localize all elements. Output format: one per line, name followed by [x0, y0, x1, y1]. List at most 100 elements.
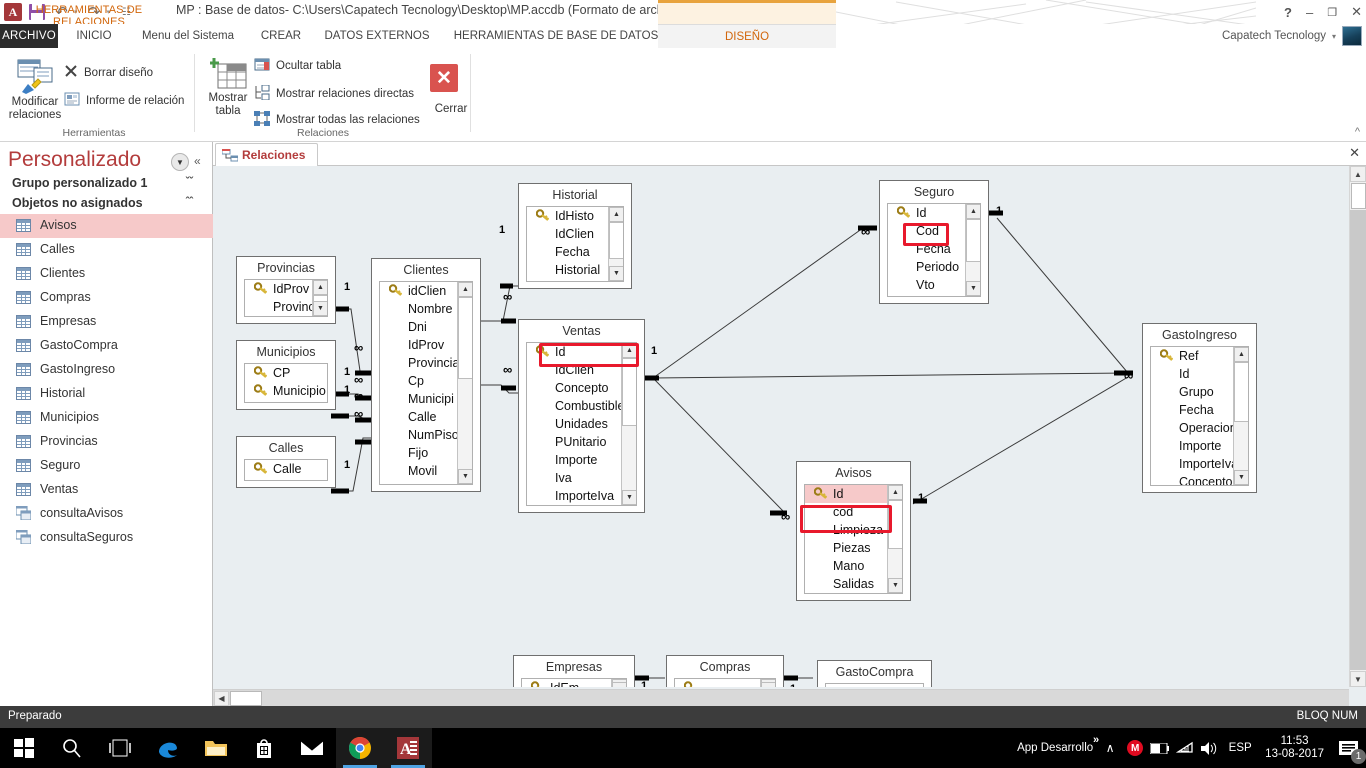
scroll-down-button[interactable]: ▼: [761, 682, 775, 687]
nav-group-grupo-personalizado-1[interactable]: Grupo personalizado 1 ˇˇ: [0, 174, 213, 194]
er-table-avisos[interactable]: Avisos Id cod Limpieza Piezas Mano Salidas ▲ ▼: [796, 461, 911, 601]
scroll-down-button[interactable]: ▼: [1350, 671, 1366, 687]
sidebar-item-ventas[interactable]: Ventas: [0, 478, 213, 502]
sidebar-item-clientes[interactable]: Clientes: [0, 262, 213, 286]
edge-button[interactable]: [144, 728, 192, 768]
er-table-title[interactable]: Seguro: [880, 181, 988, 203]
scroll-up-button[interactable]: ▲: [622, 343, 636, 358]
scroll-up-button[interactable]: ▲: [458, 282, 472, 297]
er-table-seguro[interactable]: Seguro Id Cod Fecha Periodo Vto ▲ ▼: [879, 180, 989, 304]
er-table-municipios[interactable]: Municipios CP Municipio: [236, 340, 336, 410]
sidebar-item-provincias[interactable]: Provincias: [0, 430, 213, 454]
er-table-clientes[interactable]: Clientes idClien Nombre Dni IdProv Provincia C…: [371, 258, 481, 492]
er-field[interactable]: PUnitario: [527, 433, 636, 451]
er-field-scrollbar[interactable]: ▲▼: [312, 280, 327, 316]
chevron-up-icon[interactable]: ˆˆ: [186, 196, 193, 208]
vertical-scroll-thumb[interactable]: [1351, 183, 1366, 209]
scroll-thumb[interactable]: [609, 222, 623, 260]
collapse-ribbon-button[interactable]: ^: [1355, 126, 1360, 138]
er-field-list[interactable]: CP Municipio: [244, 363, 328, 403]
relationships-canvas[interactable]: Historial IdHisto IdClien Fecha Historial ▲ ▼ P…: [213, 166, 1349, 687]
er-table-title[interactable]: Calles: [237, 437, 335, 459]
chevron-down-icon[interactable]: ˇˇ: [186, 176, 193, 188]
er-field[interactable]: Iva: [527, 469, 636, 487]
battery-icon[interactable]: [1147, 728, 1173, 768]
er-field-list[interactable]: IdEm ▲▼: [521, 678, 627, 687]
ribbon[interactable]: Modificar relaciones Borrar diseño Infor…: [0, 48, 1366, 142]
er-table-gastoingreso[interactable]: GastoIngreso Ref Id Grupo Fecha Operacion Impo…: [1142, 323, 1257, 493]
sidebar-item-consultaseguros[interactable]: consultaSeguros: [0, 526, 213, 550]
er-field[interactable]: Unidades: [527, 415, 636, 433]
sidebar-item-empresas[interactable]: Empresas: [0, 310, 213, 334]
er-field-scrollbar[interactable]: ▲▼: [621, 343, 636, 505]
vertical-scroll-track[interactable]: [1350, 210, 1366, 670]
system-tray[interactable]: App Desarrollo » ∧ M ESP 11:53 13-08-201…: [1017, 728, 1366, 768]
scroll-down-button[interactable]: ▼: [458, 469, 472, 484]
modificar-relaciones-button[interactable]: Modificar relaciones: [4, 96, 66, 122]
er-field-scrollbar[interactable]: ▲▼: [608, 207, 623, 281]
wifi-icon[interactable]: [1173, 728, 1197, 768]
er-field[interactable]: ImporteIva: [527, 487, 636, 505]
close-x-icon[interactable]: ✕: [430, 64, 458, 92]
tab-crear[interactable]: CREAR: [256, 24, 306, 48]
horizontal-scroll-thumb[interactable]: [230, 691, 262, 706]
er-table-empresas[interactable]: Empresas IdEm ▲▼: [513, 655, 635, 687]
er-table-title[interactable]: Clientes: [372, 259, 480, 281]
task-view-button[interactable]: [96, 728, 144, 768]
scroll-up-button[interactable]: ▲: [888, 485, 902, 500]
scroll-down-button[interactable]: ▼: [888, 578, 902, 593]
tab-menu-del-sistema[interactable]: Menu del Sistema: [126, 24, 250, 48]
er-table-title[interactable]: Historial: [519, 184, 631, 206]
er-table-provincias[interactable]: Provincias IdProv Provinc ▲ ▼: [236, 256, 336, 324]
sidebar-item-consultaavisos[interactable]: consultaAvisos: [0, 502, 213, 526]
er-field-list[interactable]: Id Cod Fecha Periodo Vto ▲ ▼: [887, 203, 981, 297]
tab-diseno[interactable]: DISEÑO: [658, 24, 836, 48]
er-table-title[interactable]: Avisos: [797, 462, 910, 484]
clock[interactable]: 11:53 13-08-2017: [1257, 735, 1332, 761]
scroll-thumb[interactable]: [458, 297, 472, 379]
er-table-calles[interactable]: Calles Calle: [236, 436, 336, 488]
ocultar-tabla-button[interactable]: Ocultar tabla: [254, 58, 341, 74]
er-field-scrollbar[interactable]: ▲▼: [965, 204, 980, 296]
tab-inicio[interactable]: INICIO: [68, 24, 120, 48]
er-field-scrollbar[interactable]: ▲▼: [457, 282, 472, 484]
mcafee-icon[interactable]: M: [1123, 728, 1147, 768]
notifications-button[interactable]: 1: [1332, 728, 1366, 768]
scroll-down-button[interactable]: ▼: [1234, 470, 1248, 485]
er-table-title[interactable]: GastoCompra: [818, 661, 931, 683]
scroll-up-button[interactable]: ▲: [313, 280, 327, 295]
scroll-up-button[interactable]: ▲: [1350, 166, 1366, 182]
er-table-ventas[interactable]: Ventas Id IdClien Concepto Combustible Unidad…: [518, 319, 645, 513]
er-table-gastocompra[interactable]: GastoCompra: [817, 660, 932, 687]
scroll-left-button[interactable]: ◀: [214, 691, 229, 706]
ribbon-tab-strip[interactable]: ARCHIVO INICIO Menu del Sistema CREAR DA…: [0, 24, 1366, 48]
navigation-pane-collapse-icon[interactable]: «: [194, 154, 201, 168]
navigation-pane-dropdown-icon[interactable]: ▼: [171, 153, 189, 171]
er-field-list[interactable]: ▲▼: [674, 678, 776, 687]
er-field[interactable]: Calle: [245, 460, 327, 478]
er-field-scrollbar[interactable]: ▲▼: [611, 679, 626, 687]
tab-datos-externos[interactable]: DATOS EXTERNOS: [312, 24, 442, 48]
help-button[interactable]: ?: [1284, 5, 1292, 20]
scroll-down-button[interactable]: ▼: [612, 682, 626, 687]
informe-relacion-button[interactable]: Informe de relación: [64, 92, 184, 109]
navigation-pane[interactable]: Personalizado ▼ « Grupo personalizado 1 …: [0, 142, 213, 706]
close-button[interactable]: ✕: [1351, 4, 1362, 20]
document-tab-relaciones[interactable]: Relaciones: [215, 143, 319, 166]
user-account[interactable]: Capatech Tecnology ▾: [1222, 24, 1362, 48]
restore-button[interactable]: ❐: [1327, 6, 1337, 19]
sidebar-item-municipios[interactable]: Municipios: [0, 406, 213, 430]
minimize-button[interactable]: –: [1306, 5, 1313, 20]
sidebar-item-gastocompra[interactable]: GastoCompra: [0, 334, 213, 358]
er-table-historial[interactable]: Historial IdHisto IdClien Fecha Historial ▲ ▼: [518, 183, 632, 289]
er-field-list[interactable]: Id cod Limpieza Piezas Mano Salidas ▲ ▼: [804, 484, 903, 594]
sidebar-item-seguro[interactable]: Seguro: [0, 454, 213, 478]
sidebar-item-compras[interactable]: Compras: [0, 286, 213, 310]
language-indicator[interactable]: ESP: [1223, 728, 1257, 768]
er-field-list[interactable]: [825, 683, 924, 687]
sidebar-item-historial[interactable]: Historial: [0, 382, 213, 406]
er-table-title[interactable]: Empresas: [514, 656, 634, 678]
er-field[interactable]: Combustible: [527, 397, 636, 415]
sidebar-item-calles[interactable]: Calles: [0, 238, 213, 262]
nav-group-objetos-no-asignados[interactable]: Objetos no asignados ˆˆ: [0, 194, 213, 214]
